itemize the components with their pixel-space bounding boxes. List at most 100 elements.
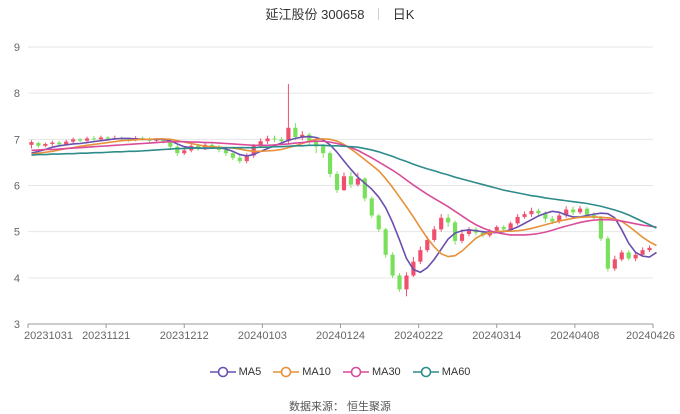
candle xyxy=(515,214,520,226)
candle-body xyxy=(341,176,347,191)
y-tick-label: 8 xyxy=(14,88,20,100)
candle-body xyxy=(237,157,242,162)
x-tick-label: 20240408 xyxy=(550,330,599,342)
legend-label: MA60 xyxy=(441,366,471,378)
candle-body xyxy=(432,229,437,240)
moving-average-lines xyxy=(31,135,657,274)
ma-line-ma5 xyxy=(31,135,657,274)
candle-body xyxy=(529,210,534,215)
candle xyxy=(647,245,652,252)
candles xyxy=(29,83,652,297)
candle-body xyxy=(626,252,631,259)
candle-body xyxy=(36,143,41,146)
candle-body xyxy=(223,149,228,154)
candle-body xyxy=(647,247,652,251)
candle-body xyxy=(453,222,458,241)
x-tick-label: 20240222 xyxy=(394,330,443,342)
y-tick-label: 4 xyxy=(14,273,20,285)
x-tick-label: 20231121 xyxy=(82,330,130,342)
candle-body xyxy=(369,198,374,216)
candle xyxy=(439,214,444,232)
candle-body xyxy=(182,150,187,154)
legend-marker-icon xyxy=(412,366,439,378)
candle-body xyxy=(334,173,340,191)
candle xyxy=(84,136,90,142)
candle xyxy=(36,141,41,148)
candle-body xyxy=(383,229,388,255)
y-axis: 3 4 5 6 7 8 9 xyxy=(14,42,20,331)
candle-body xyxy=(584,208,590,216)
candle-body xyxy=(640,250,645,255)
candle-body xyxy=(321,146,326,154)
legend-marker-icon xyxy=(273,366,300,378)
candle-body xyxy=(29,142,34,145)
candle xyxy=(91,136,97,142)
candle-body xyxy=(494,227,499,231)
legend-item-ma30[interactable]: MA30 xyxy=(342,366,401,378)
x-axis: 20231031 20231121 20231212 20240103 20240124… xyxy=(24,323,675,342)
candle xyxy=(578,205,583,215)
candle xyxy=(529,207,534,217)
candle xyxy=(432,226,437,242)
candle-body xyxy=(522,214,527,217)
candle-body xyxy=(57,142,62,145)
legend-item-ma5[interactable]: MA5 xyxy=(209,366,261,378)
candle xyxy=(404,272,409,297)
grid-lines xyxy=(28,46,653,325)
candle-body xyxy=(272,138,277,140)
y-tick-label: 7 xyxy=(14,134,20,146)
candle xyxy=(43,142,48,148)
legend: MA5 MA10 MA30 MA60 xyxy=(0,366,680,378)
candle xyxy=(626,250,631,261)
candle xyxy=(362,177,367,202)
candle xyxy=(605,236,610,272)
candle-body xyxy=(571,209,576,213)
candle-body xyxy=(418,250,423,262)
candle xyxy=(272,135,277,143)
ma-line-ma10 xyxy=(31,138,657,258)
candle-body xyxy=(91,138,97,140)
candle xyxy=(307,132,312,145)
legend-marker-icon xyxy=(209,366,236,378)
legend-item-ma60[interactable]: MA60 xyxy=(412,366,471,378)
candle-body xyxy=(404,275,409,290)
candle-body xyxy=(78,139,83,141)
candle-body xyxy=(397,275,402,290)
candle-body xyxy=(50,142,55,144)
x-tick-label: 20240124 xyxy=(316,330,365,342)
candle-body xyxy=(105,137,110,139)
x-tick-label: 20231212 xyxy=(160,330,209,342)
candle-body xyxy=(578,208,583,213)
candle xyxy=(612,255,617,271)
candle xyxy=(71,137,76,144)
candle-body xyxy=(612,259,617,269)
candle xyxy=(341,172,347,192)
x-tick-label: 20240314 xyxy=(472,330,521,342)
candle xyxy=(175,144,180,156)
x-tick-label: 20240426 xyxy=(626,330,675,342)
candle xyxy=(334,171,340,193)
candle xyxy=(78,137,83,143)
candle-body xyxy=(605,238,610,269)
legend-label: MA10 xyxy=(302,366,331,378)
x-tick-label: 20231031 xyxy=(24,330,73,342)
candle xyxy=(619,250,624,262)
candle-body xyxy=(439,217,444,230)
y-tick-label: 6 xyxy=(14,181,20,193)
candle-body xyxy=(279,139,284,142)
candle xyxy=(390,252,395,278)
y-tick-label: 3 xyxy=(14,319,20,331)
x-tick-label: 20240103 xyxy=(238,330,287,342)
candle-body xyxy=(425,239,430,251)
legend-marker-icon xyxy=(342,366,369,378)
candle-body xyxy=(175,146,180,154)
candle xyxy=(265,135,270,144)
candle-body xyxy=(390,254,395,276)
candle-body xyxy=(446,217,451,223)
candle-body xyxy=(71,139,76,142)
candle-body xyxy=(43,143,48,146)
legend-item-ma10[interactable]: MA10 xyxy=(273,366,331,378)
candle-body xyxy=(550,218,555,222)
candle xyxy=(237,155,242,164)
candle-body xyxy=(230,153,235,158)
